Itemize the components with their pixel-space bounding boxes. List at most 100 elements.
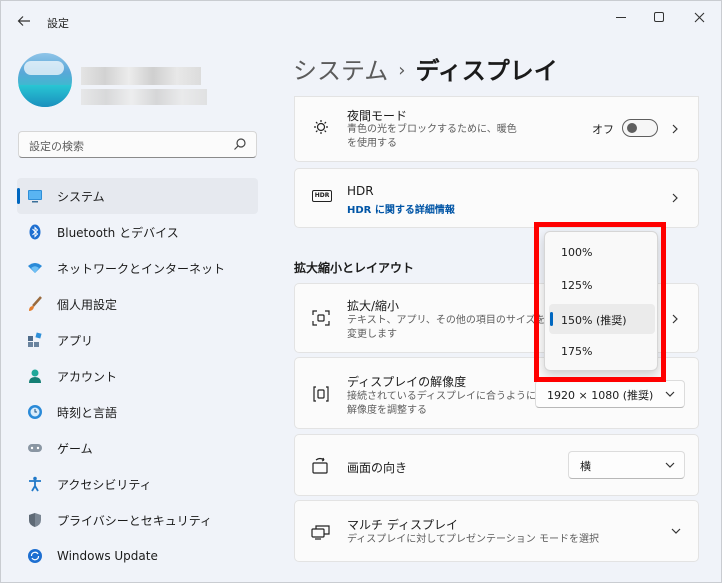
- resolution-desc-1: 接続されているディスプレイに合うように: [347, 391, 536, 402]
- page-title: ディスプレイ: [415, 57, 558, 85]
- chevron-down-icon: [671, 528, 681, 534]
- hdr-icon-text: HDR: [311, 190, 333, 202]
- scale-option-100[interactable]: 100%: [549, 238, 655, 268]
- sidebar-item-personalization[interactable]: 個人用設定: [17, 286, 258, 322]
- window-title: 設定: [47, 17, 69, 30]
- resolution-dropdown[interactable]: 1920 × 1080 (推奨): [535, 380, 685, 408]
- hdr-title: HDR: [347, 184, 374, 198]
- update-icon: [27, 548, 43, 564]
- sidebar-item-windows-update[interactable]: Windows Update: [17, 538, 258, 574]
- sidebar-item-label: Bluetooth とデバイス: [57, 225, 179, 240]
- chevron-down-icon: [665, 462, 675, 468]
- multi-display-title: マルチ ディスプレイ: [347, 518, 458, 532]
- scale-icon: [311, 308, 331, 328]
- back-button[interactable]: [13, 10, 35, 32]
- avatar-water: [18, 85, 72, 107]
- wifi-icon: [27, 260, 43, 276]
- chevron-right-icon: [672, 193, 678, 203]
- scale-option-175[interactable]: 175%: [549, 337, 655, 367]
- section-title: 拡大縮小とレイアウト: [294, 261, 415, 275]
- chevron-right-icon: [672, 314, 678, 324]
- orientation-icon: [311, 456, 331, 476]
- sidebar-item-label: 個人用設定: [57, 297, 118, 312]
- title-bar: 設定: [1, 1, 721, 41]
- scale-option-125[interactable]: 125%: [549, 271, 655, 301]
- minimize-button[interactable]: [601, 7, 641, 27]
- resolution-icon: [311, 384, 331, 404]
- night-light-desc-2: を使用する: [347, 138, 397, 149]
- breadcrumb-parent[interactable]: システム: [293, 57, 388, 85]
- close-button[interactable]: [679, 7, 719, 27]
- arrow-left-icon: [17, 16, 30, 26]
- sidebar-item-system[interactable]: システム: [17, 178, 258, 214]
- sidebar-item-label: アクセシビリティ: [57, 477, 152, 492]
- scale-option-150[interactable]: 150% (推奨): [549, 304, 655, 334]
- sidebar-item-network[interactable]: ネットワークとインターネット: [17, 250, 258, 286]
- scale-desc-2: 変更します: [347, 329, 397, 340]
- sidebar-item-gaming[interactable]: ゲーム: [17, 430, 258, 466]
- minimize-icon: [616, 16, 626, 18]
- hdr-card[interactable]: HDR HDR HDR に関する詳細情報: [294, 168, 699, 228]
- apps-icon: [27, 332, 43, 348]
- sidebar-item-accounts[interactable]: アカウント: [17, 358, 258, 394]
- breadcrumb-separator: ›: [398, 60, 406, 81]
- sidebar-item-label: 時刻と言語: [57, 405, 118, 420]
- clock-globe-icon: [27, 404, 43, 420]
- multi-display-card[interactable]: マルチ ディスプレイ ディスプレイに対してプレゼンテーション モードを選択: [294, 500, 699, 562]
- scale-desc-1: テキスト、アプリ、その他の項目のサイズを: [347, 315, 546, 326]
- orientation-value: 横: [580, 460, 591, 473]
- sun-icon: [311, 117, 331, 137]
- option-label: 100%: [561, 246, 593, 259]
- night-light-card[interactable]: 夜間モード 青色の光をブロックするために、暖色 を使用する オフ: [294, 96, 699, 162]
- resolution-value: 1920 × 1080 (推奨): [547, 389, 654, 402]
- sidebar-item-label: ゲーム: [57, 441, 93, 456]
- scale-dropdown-menu: 100% 125% 150% (推奨) 175%: [544, 231, 658, 371]
- multi-display-desc: ディスプレイに対してプレゼンテーション モードを選択: [347, 534, 599, 545]
- chevron-right-icon: [672, 124, 678, 134]
- option-label: 175%: [561, 345, 593, 358]
- sidebar-item-label: アカウント: [57, 369, 118, 384]
- sidebar-item-privacy[interactable]: プライバシーとセキュリティ: [17, 502, 258, 538]
- gamepad-icon: [27, 440, 43, 456]
- option-label: 125%: [561, 279, 593, 292]
- blurred-username: [81, 67, 201, 85]
- sidebar-item-time-language[interactable]: 時刻と言語: [17, 394, 258, 430]
- sidebar-item-accessibility[interactable]: アクセシビリティ: [17, 466, 258, 502]
- sidebar-item-label: ネットワークとインターネット: [57, 261, 226, 276]
- monitor-icon: [27, 188, 43, 204]
- toggle-state-label: オフ: [592, 123, 614, 136]
- toggle-knob: [627, 123, 637, 133]
- settings-window: 設定 設定の検索 システム Bluetooth とデバイス ネットワークとインタ…: [0, 0, 722, 583]
- orientation-card: 画面の向き 横: [294, 434, 699, 496]
- shield-icon: [27, 512, 43, 528]
- search-placeholder: 設定の検索: [29, 140, 84, 153]
- avatar-cloud: [24, 61, 64, 75]
- orientation-dropdown[interactable]: 横: [568, 451, 685, 479]
- night-light-desc-1: 青色の光をブロックするために、暖色: [347, 124, 517, 135]
- search-input[interactable]: 設定の検索: [18, 131, 257, 158]
- chevron-down-icon: [665, 391, 675, 397]
- sidebar-item-apps[interactable]: アプリ: [17, 322, 258, 358]
- sidebar-item-label: システム: [57, 189, 105, 204]
- selection-indicator: [17, 188, 20, 204]
- resolution-title: ディスプレイの解像度: [347, 375, 467, 389]
- breadcrumb: システム › ディスプレイ: [293, 51, 558, 86]
- sidebar-item-label: アプリ: [57, 333, 94, 348]
- brush-icon: [27, 296, 43, 312]
- bluetooth-icon: [27, 224, 43, 240]
- orientation-title: 画面の向き: [347, 461, 408, 475]
- night-light-title: 夜間モード: [347, 109, 408, 123]
- option-label: 150% (推奨): [561, 314, 627, 327]
- hdr-icon: HDR: [311, 189, 333, 203]
- person-icon: [27, 368, 43, 384]
- sidebar-item-bluetooth[interactable]: Bluetooth とデバイス: [17, 214, 258, 250]
- sidebar-item-label: Windows Update: [57, 549, 158, 563]
- sidebar-item-label: プライバシーとセキュリティ: [57, 513, 213, 528]
- maximize-button[interactable]: [639, 7, 679, 27]
- hdr-info-link[interactable]: HDR に関する詳細情報: [347, 201, 455, 216]
- blurred-email: [81, 89, 207, 105]
- scale-title: 拡大/縮小: [347, 299, 400, 313]
- avatar[interactable]: [18, 53, 72, 107]
- sidebar-nav: システム Bluetooth とデバイス ネットワークとインターネット 個人用設…: [17, 178, 258, 574]
- night-light-toggle[interactable]: [622, 119, 658, 137]
